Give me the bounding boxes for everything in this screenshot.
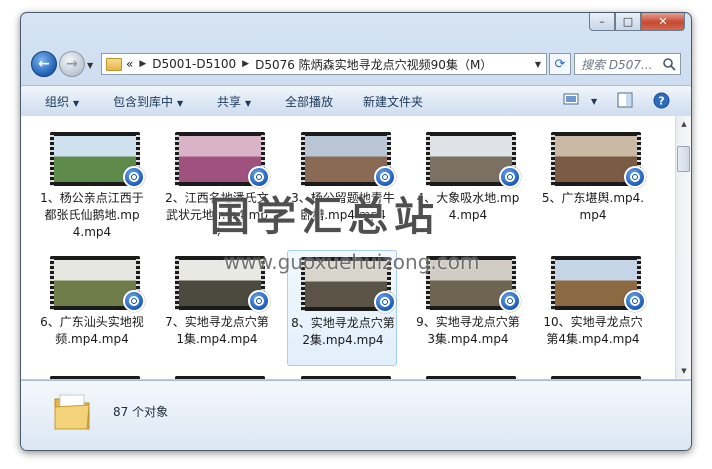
item-count: 87 个对象 [113, 405, 169, 419]
media-player-icon [248, 290, 270, 312]
organize-menu[interactable]: 组织 ▼ [45, 93, 79, 110]
media-player-icon [123, 290, 145, 312]
search-box[interactable]: 搜索 D507... [574, 53, 681, 75]
file-list[interactable]: 1、杨公亲点江西于都张氏仙鹅地.mp4.mp4 2、江西名地潘氏文武状元地.mp4… [21, 116, 675, 379]
address-row: ← → ▼ « ▶ D5001-D5100 ▶ D5076 陈炳森实地寻龙点穴视… [29, 49, 681, 77]
media-player-icon [499, 166, 521, 188]
file-name: 5、广东堪舆.mp4.mp4 [541, 191, 645, 222]
breadcrumb-item[interactable]: D5076 陈炳森实地寻龙点穴视频90集（M） [255, 56, 492, 73]
file-item[interactable] [413, 370, 523, 379]
scroll-up-icon[interactable]: ▲ [677, 117, 691, 131]
include-label: 包含到库中 [113, 95, 174, 109]
chevron-down-icon: ▼ [73, 99, 80, 108]
chevron-down-icon: ▼ [245, 99, 252, 108]
file-item[interactable]: 5、广东堪舆.mp4.mp4 [538, 126, 648, 242]
file-name: 7、实地寻龙点穴第1集.mp4.mp4 [165, 315, 269, 346]
close-button[interactable]: ✕ [641, 13, 685, 31]
chevron-right-icon: ▶ [139, 59, 147, 69]
chevron-right-icon: ▶ [242, 59, 250, 69]
address-bar[interactable]: « ▶ D5001-D5100 ▶ D5076 陈炳森实地寻龙点穴视频90集（M… [101, 53, 547, 75]
search-icon[interactable] [662, 57, 676, 71]
svg-text:?: ? [658, 95, 664, 108]
chevron-down-icon: ▼ [177, 99, 184, 108]
share-label: 共享 [217, 95, 242, 109]
file-item[interactable]: 1、杨公亲点江西于都张氏仙鹅地.mp4.mp4 [37, 126, 147, 242]
play-all-button[interactable]: 全部播放 [285, 93, 333, 110]
video-thumbnail [551, 376, 641, 379]
view-options-icon[interactable] [563, 92, 579, 106]
file-name: 10、实地寻龙点穴第4集.mp4.mp4 [543, 315, 643, 346]
folder-icon [106, 57, 122, 71]
file-item[interactable] [37, 370, 147, 379]
vertical-scrollbar[interactable]: ▲ ▼ [675, 116, 691, 379]
search-input[interactable]: 搜索 D507... [581, 56, 662, 73]
scroll-down-icon[interactable]: ▼ [677, 364, 691, 378]
media-player-icon [624, 290, 646, 312]
breadcrumb-item[interactable]: D5001-D5100 [152, 57, 236, 71]
caption-buttons: – □ ✕ [589, 13, 685, 31]
file-name: 9、实地寻龙点穴第3集.mp4.mp4 [416, 315, 520, 346]
forward-arrow-icon: → [66, 56, 78, 72]
details-pane: 87 个对象 [21, 380, 691, 450]
share-menu[interactable]: 共享 ▼ [217, 93, 251, 110]
help-icon[interactable]: ? [653, 92, 670, 109]
video-thumbnail [301, 376, 391, 379]
breadcrumb: « ▶ D5001-D5100 ▶ D5076 陈炳森实地寻龙点穴视频90集（M… [126, 56, 492, 73]
video-thumbnail [50, 376, 140, 379]
minimize-button[interactable]: – [589, 13, 615, 31]
command-bar: 组织 ▼ 包含到库中 ▼ 共享 ▼ 全部播放 新建文件夹 ▼ ? [21, 85, 691, 117]
back-arrow-icon: ← [38, 56, 50, 72]
media-player-icon [123, 166, 145, 188]
refresh-button[interactable]: ⟳ [549, 53, 571, 75]
refresh-icon: ⟳ [554, 56, 566, 72]
folder-icon [54, 394, 90, 430]
forward-button[interactable]: → [59, 51, 85, 77]
file-name: 6、广东汕头实地视频.mp4.mp4 [40, 315, 144, 346]
file-name: 1、杨公亲点江西于都张氏仙鹅地.mp4.mp4 [40, 191, 144, 239]
recent-pages-dropdown[interactable]: ▼ [87, 61, 93, 70]
media-player-icon [624, 166, 646, 188]
watermark-text: 国学汇总站 [210, 194, 440, 240]
video-thumbnail [426, 376, 516, 379]
breadcrumb-overflow[interactable]: « [126, 57, 133, 71]
include-in-library-menu[interactable]: 包含到库中 ▼ [113, 93, 183, 110]
file-item[interactable] [538, 370, 648, 379]
preview-pane-icon[interactable] [617, 92, 633, 108]
watermark-url: www.guoxuehuizong.com [224, 250, 480, 274]
file-item[interactable]: 10、实地寻龙点穴第4集.mp4.mp4 [538, 250, 648, 366]
file-item[interactable] [162, 370, 272, 379]
file-item[interactable] [288, 370, 398, 379]
scrollbar-thumb[interactable] [677, 146, 690, 172]
file-name: 8、实地寻龙点穴第2集.mp4.mp4 [291, 316, 395, 347]
video-thumbnail [175, 376, 265, 379]
maximize-button[interactable]: □ [615, 13, 641, 31]
file-item[interactable]: 6、广东汕头实地视频.mp4.mp4 [37, 250, 147, 366]
address-dropdown-icon[interactable]: ▼ [530, 60, 546, 69]
new-folder-button[interactable]: 新建文件夹 [363, 93, 423, 110]
back-button[interactable]: ← [31, 51, 57, 77]
media-player-icon [374, 291, 396, 313]
media-player-icon [499, 290, 521, 312]
view-dropdown-icon[interactable]: ▼ [587, 93, 597, 107]
organize-label: 组织 [45, 95, 70, 109]
